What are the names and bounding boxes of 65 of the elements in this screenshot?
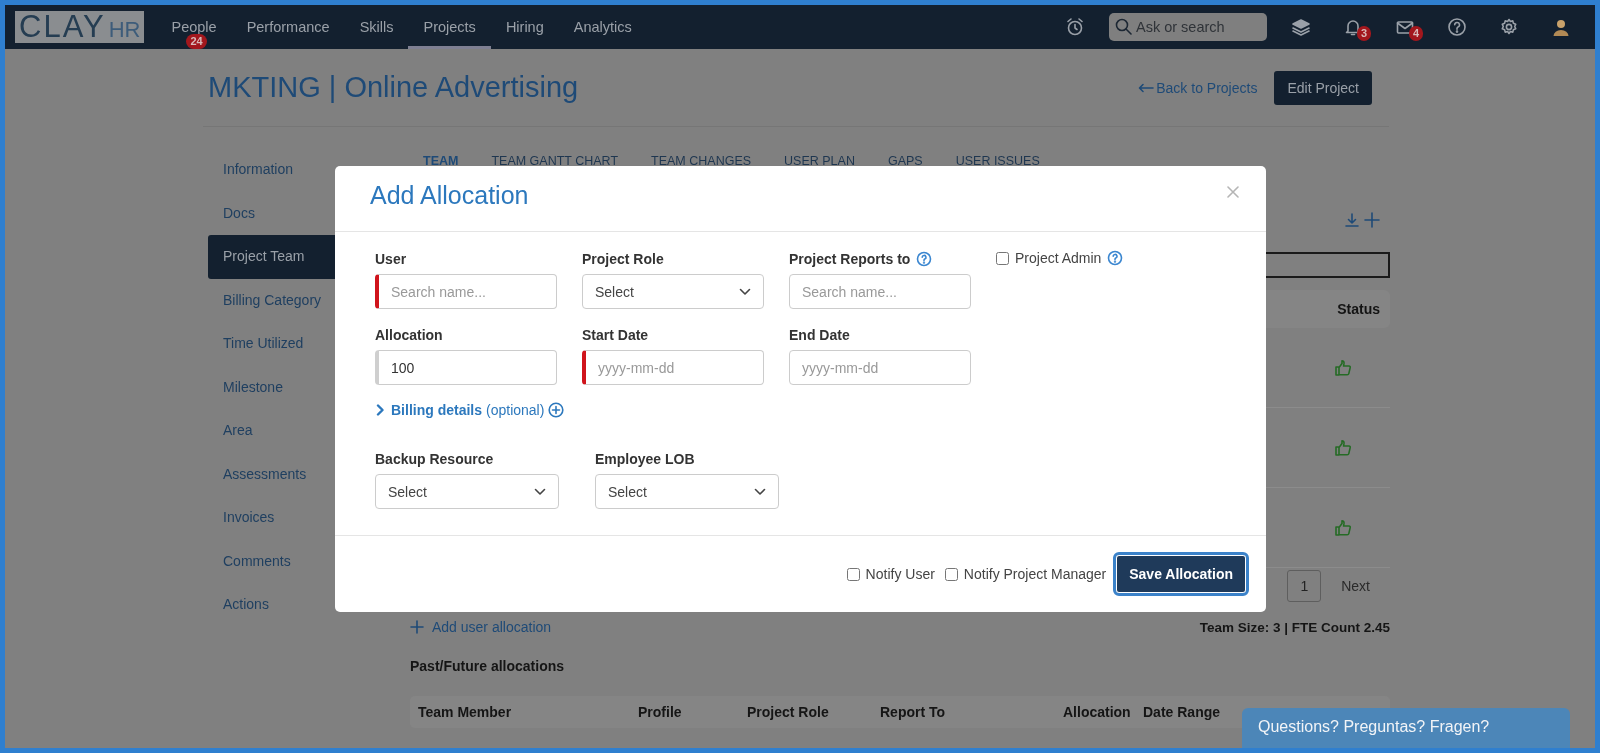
checkbox[interactable] [944, 567, 958, 581]
add-allocation-link[interactable]: Add user allocation [410, 619, 552, 635]
column-header: Allocation [1063, 704, 1132, 720]
field-label: Project Reports to [789, 250, 911, 267]
avatar-icon[interactable] [1551, 17, 1571, 37]
input-field[interactable]: Search name... [789, 274, 971, 309]
logo[interactable]: CLAY HR [15, 11, 145, 43]
checkbox-label: Project Admin [1015, 250, 1102, 266]
back-link[interactable]: Back to Projects [1138, 79, 1258, 96]
nav-tab[interactable]: Skills [344, 5, 409, 49]
field-label: Backup Resource [375, 450, 494, 467]
left-arrow-icon [1138, 82, 1155, 93]
field-label: Start Date [582, 326, 649, 343]
section-title: Past/Future allocations [410, 658, 566, 674]
checkbox[interactable] [846, 567, 860, 581]
field-label: Employee LOB [595, 450, 695, 467]
nav-tab[interactable]: Performance [231, 5, 345, 49]
nav-tab[interactable]: Analytics [558, 5, 647, 49]
chat-button[interactable]: Questions? Preguntas? Fragen? [1242, 708, 1570, 748]
input-field[interactable]: Search name... [375, 274, 557, 309]
column-header: Status [1337, 301, 1380, 317]
layers-icon[interactable] [1291, 17, 1311, 37]
field-label: User [375, 250, 407, 267]
alarm-clock-icon[interactable] [1065, 17, 1085, 37]
plus-icon [410, 620, 424, 634]
search-icon [1114, 17, 1134, 37]
page-title: MKTING | Online Advertising [208, 71, 579, 104]
nav-tab[interactable]: People 24 [156, 5, 232, 49]
edit-project-button[interactable]: Edit Project [1274, 70, 1372, 105]
settings-icon[interactable] [1499, 17, 1519, 37]
checkbox-label: Notify Project Manager [963, 566, 1107, 582]
plus-circle-icon [548, 402, 565, 418]
count-badge: 4 [1409, 26, 1424, 41]
nav-tab[interactable]: Projects [408, 5, 491, 49]
checkbox[interactable] [996, 251, 1009, 265]
team-summary: Team Size: 3 | FTE Count 2.45 [1199, 619, 1390, 635]
field-label: End Date [789, 326, 850, 343]
input-field[interactable]: yyyy-mm-dd [582, 350, 764, 385]
column-header: Report To [880, 704, 947, 720]
nav-tab[interactable]: Hiring [490, 5, 559, 49]
count-badge: 24 [186, 34, 207, 49]
search-field[interactable]: Ask or search [1109, 13, 1267, 41]
page-button[interactable]: 1 [1287, 570, 1322, 602]
billing-details-link[interactable]: Billing details (optional) [375, 402, 1266, 418]
checkbox-label: Notify User [865, 566, 935, 582]
column-header: Project Role [747, 704, 830, 720]
column-header: Profile [638, 704, 683, 720]
chevron-down-icon [754, 487, 766, 496]
field-label: Allocation [375, 326, 443, 343]
dropdown[interactable]: Select [375, 474, 559, 509]
count-badge: 3 [1357, 26, 1372, 41]
input-field[interactable]: yyyy-mm-dd [789, 350, 971, 385]
chevron-down-icon [739, 287, 751, 296]
column-header: Team Member [418, 704, 513, 720]
save-allocation-button[interactable]: Save Allocation [1116, 555, 1246, 593]
chevron-down-icon [534, 487, 546, 496]
help-icon[interactable] [1447, 17, 1467, 37]
dialog-title: Add Allocation [370, 180, 529, 210]
field-label: Project Role [582, 250, 664, 267]
next-link[interactable]: Next [1341, 578, 1370, 594]
dropdown[interactable]: Select [582, 274, 764, 309]
dropdown[interactable]: Select [595, 474, 779, 509]
input-field[interactable]: 100 [375, 350, 557, 385]
column-header: Date Range [1143, 704, 1221, 720]
chevron-right-icon [375, 404, 385, 416]
